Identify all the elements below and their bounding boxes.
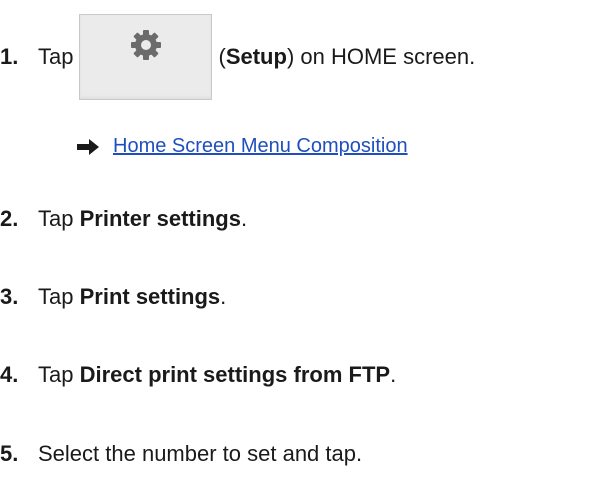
step-text-after: . (240, 206, 248, 231)
step-5: 5. Select the number to set and tap. (0, 441, 362, 467)
step-text: Tap (38, 44, 74, 69)
setup-button[interactable] (79, 14, 213, 100)
step-3: 3. Tap Print settings . (0, 284, 226, 310)
step-4: 4. Tap Direct print settings from FTP . (0, 362, 396, 388)
home-screen-menu-link[interactable]: Home Screen Menu Composition (113, 135, 408, 158)
step-text: Select the number to set and tap. (38, 441, 363, 466)
step-number: 4. (0, 362, 19, 387)
step-number: 2. (0, 206, 19, 231)
step-text: Tap (38, 362, 80, 387)
step-text-after: . (390, 362, 397, 387)
step-number: 3. (0, 284, 19, 309)
step-number: 1. (0, 44, 19, 69)
printer-settings-label: Printer settings (79, 206, 241, 231)
step-text: Tap (38, 206, 80, 231)
paren-open: ( (218, 44, 226, 69)
direct-print-ftp-label: Direct print settings from FTP (79, 362, 391, 387)
setup-label: Setup (225, 44, 287, 69)
step-text: Tap (38, 284, 80, 309)
step-text-after: . (220, 284, 227, 309)
right-arrow-icon (77, 138, 99, 155)
gear-icon (130, 30, 161, 60)
step-text-after: ) on HOME screen. (286, 44, 476, 69)
related-link-row: Home Screen Menu Composition (77, 135, 408, 158)
step-number: 5. (0, 441, 19, 466)
step-1: 1. Tap ( Setup ) on HOME screen. (0, 14, 475, 100)
print-settings-label: Print settings (79, 284, 221, 309)
step-2: 2. Tap Printer settings . (0, 206, 247, 232)
